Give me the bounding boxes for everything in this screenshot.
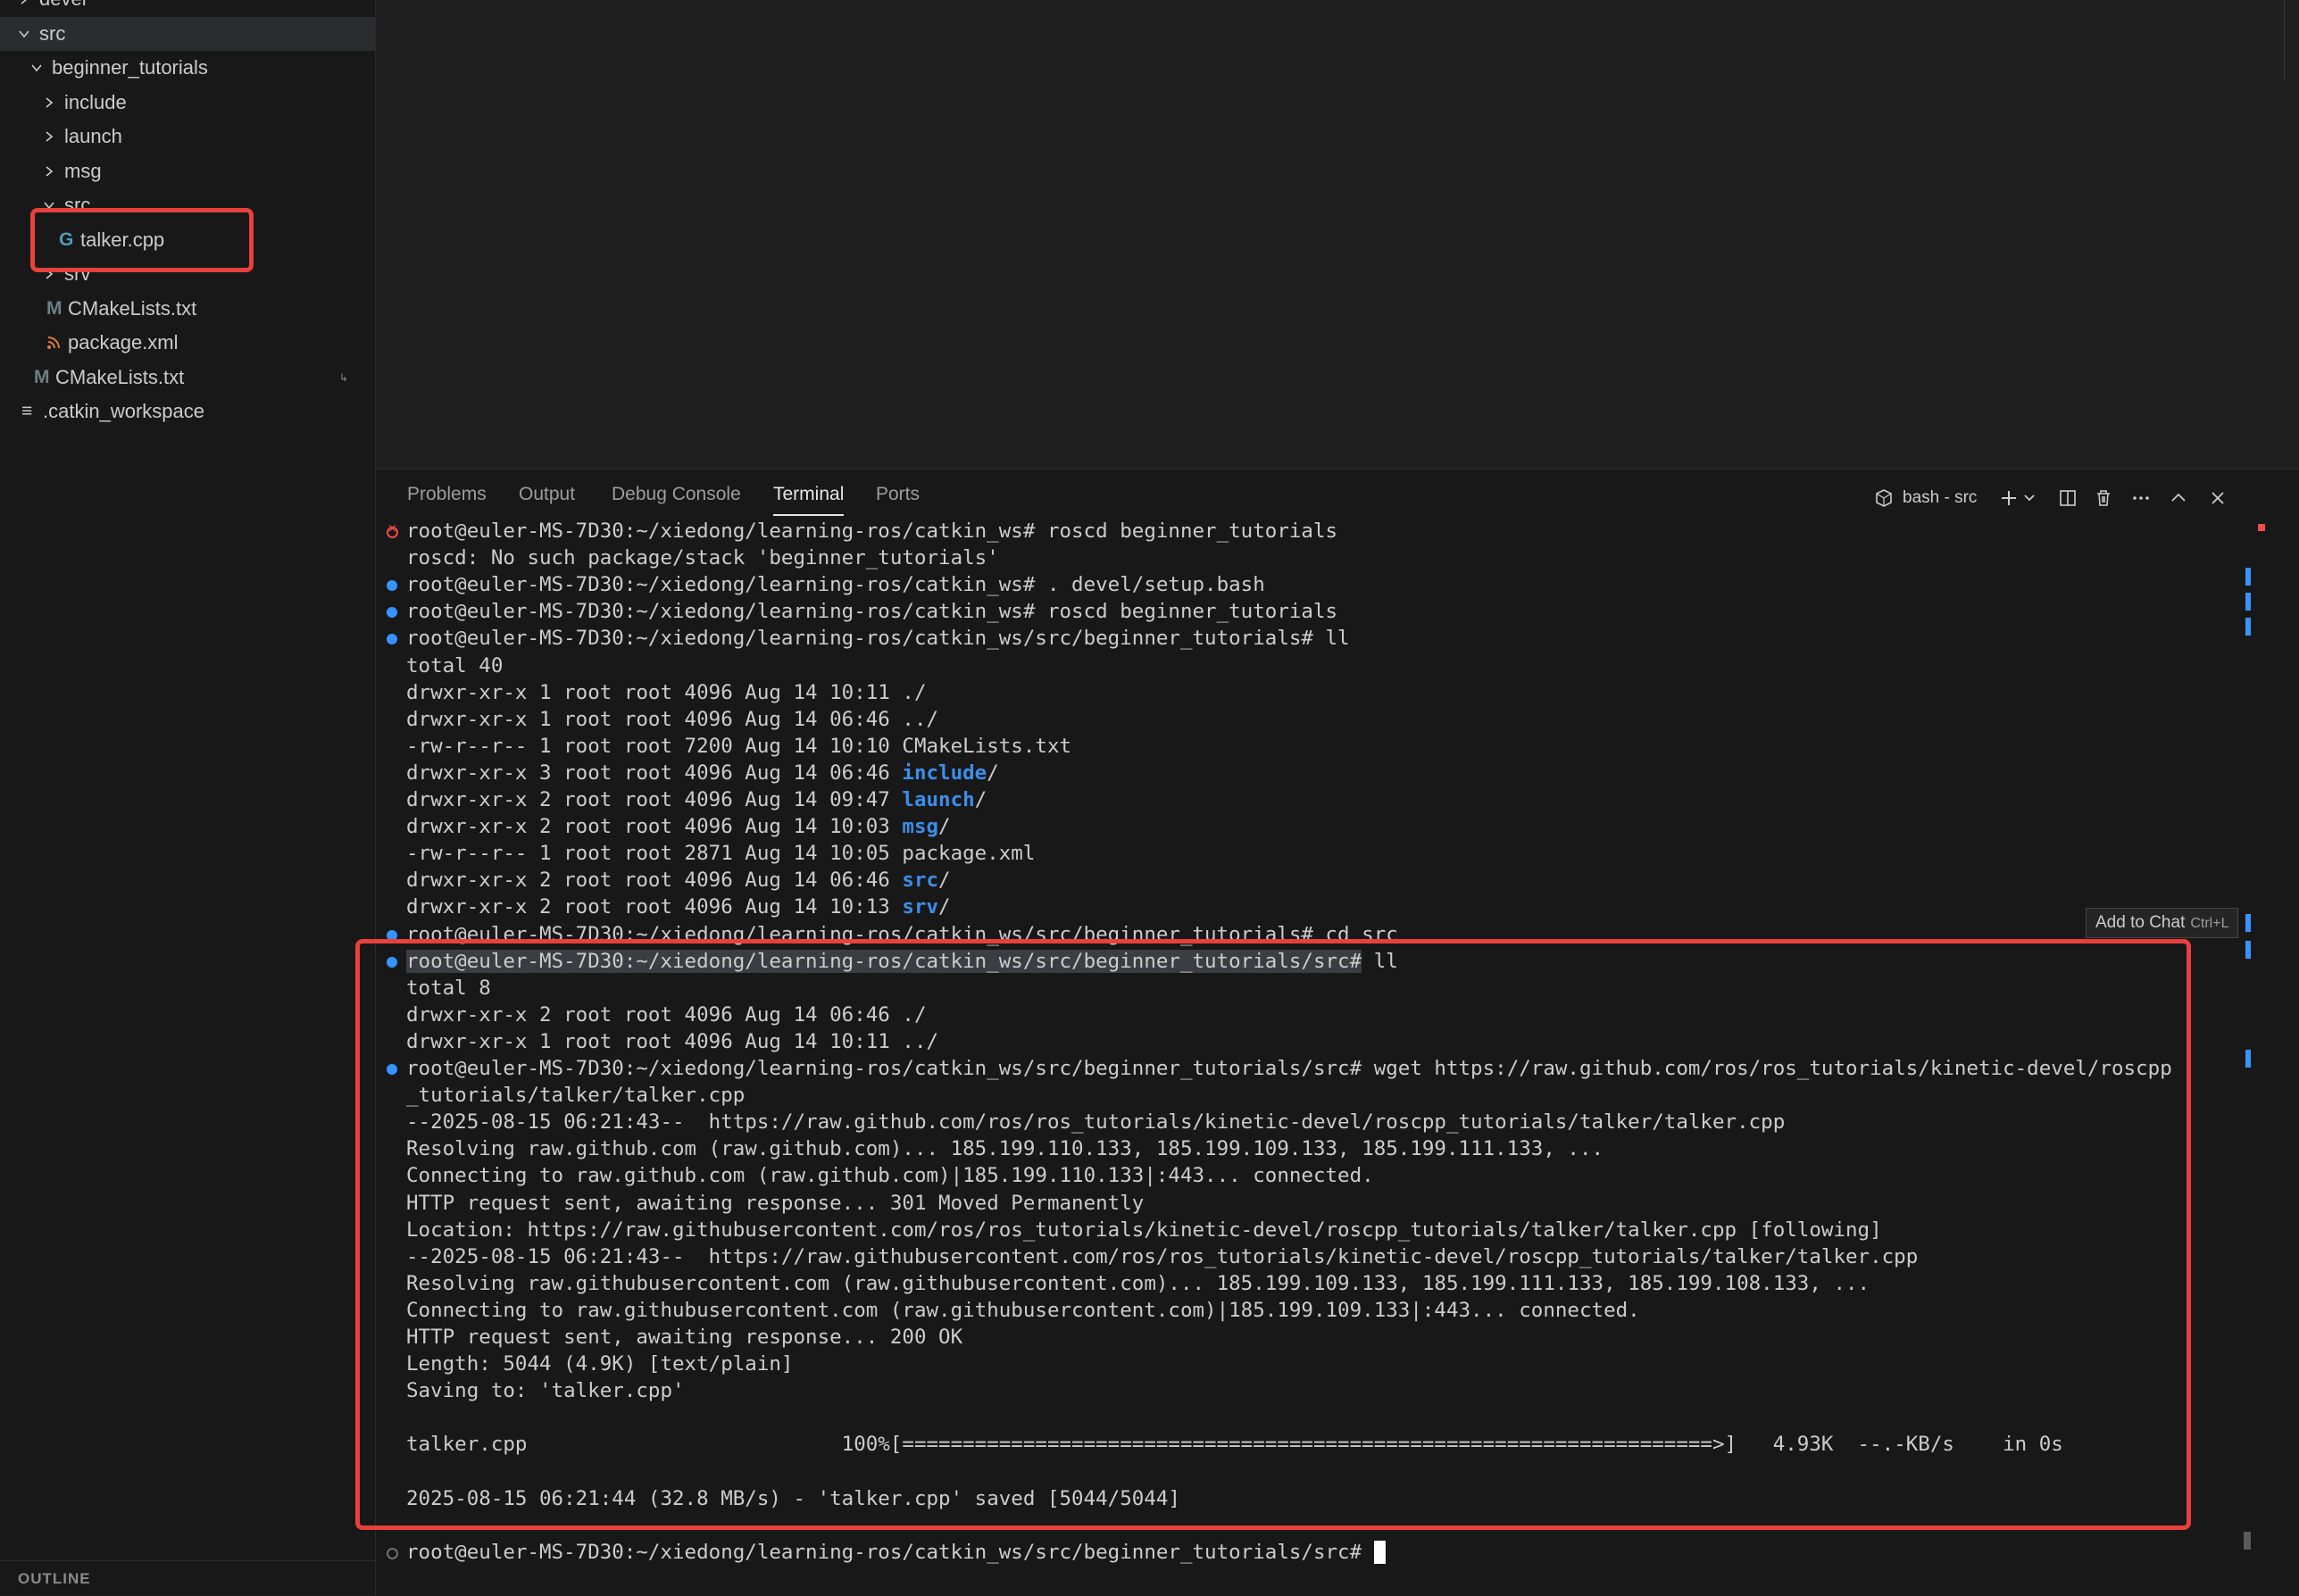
error-gutter-mark: [2258, 524, 2265, 531]
command-pending-icon[interactable]: [387, 1547, 398, 1559]
add-to-chat-tooltip[interactable]: Add to Chat Ctrl+L: [2086, 908, 2239, 938]
chevron-right-icon: [43, 96, 55, 109]
terminal-name: bash - src: [1903, 488, 1978, 507]
chevron-down-icon: [18, 28, 30, 40]
explorer-item-catkin-workspace[interactable]: ≡ .catkin_workspace: [0, 395, 375, 428]
explorer-item-label: devel: [39, 0, 87, 16]
outline-label: OUTLINE: [18, 1570, 91, 1587]
chevron-right-icon: [18, 0, 30, 5]
editor-area[interactable]: [376, 0, 2299, 469]
directory-name: msg: [902, 815, 939, 839]
explorer-item-label: msg: [64, 159, 102, 182]
tab-problems[interactable]: Problems: [407, 484, 487, 516]
explorer-item-include[interactable]: include: [0, 86, 375, 120]
terminal-line: -rw-r--r-- 1 root root 7200 Aug 14 10:10…: [406, 734, 1072, 758]
close-icon: [2208, 488, 2228, 508]
tab-ports[interactable]: Ports: [876, 484, 920, 516]
explorer-item-package-xml[interactable]: package.xml: [0, 326, 375, 360]
cmake-file-icon: M: [46, 297, 62, 319]
split-icon: [2058, 488, 2078, 508]
terminal-cursor: [1373, 1541, 1386, 1565]
explorer-item-label: beginner_tutorials: [52, 56, 208, 79]
chevron-down-icon: [30, 62, 43, 74]
tab-output[interactable]: Output: [519, 484, 575, 516]
explorer-item-src[interactable]: src: [0, 16, 375, 51]
plus-icon: [1999, 488, 2019, 508]
explorer-item-launch[interactable]: launch: [0, 120, 375, 154]
command-gutter-mark: [2245, 1050, 2251, 1068]
git-decoration-icon: ↳: [339, 370, 349, 384]
trash-icon: [2094, 488, 2113, 508]
scrollbar-thumb[interactable]: [2244, 1532, 2251, 1550]
tab-debug-console[interactable]: Debug Console: [612, 484, 741, 516]
terminal-line: -rw-r--r-- 1 root root 2871 Aug 14 10:05…: [406, 842, 1036, 866]
panel-tabs: Problems Output Debug Console Terminal P…: [376, 470, 1626, 523]
command-gutter-mark: [2245, 914, 2251, 932]
directory-name: srv: [902, 895, 939, 919]
explorer-item-label: launch: [64, 125, 122, 147]
tooltip-shortcut: Ctrl+L: [2190, 916, 2229, 931]
editor-scrollbar[interactable]: [2284, 0, 2299, 80]
close-panel-button[interactable]: [2208, 482, 2228, 514]
command-gutter-mark: [2245, 941, 2251, 959]
explorer-item-label: CMakeLists.txt: [68, 296, 197, 320]
chevron-right-icon: [43, 165, 55, 178]
terminal-line: roscd: No such package/stack 'beginner_t…: [406, 546, 999, 570]
highlight-box-terminal-output: [355, 939, 2191, 1530]
chevron-up-icon: [2169, 488, 2188, 508]
chevron-down-icon: [2022, 488, 2037, 508]
terminal-line: drwxr-xr-x 2 root root 4096 Aug 14 06:46…: [406, 869, 951, 893]
cmake-file-icon: M: [34, 366, 50, 387]
command-success-icon[interactable]: [387, 607, 397, 619]
terminal-line: drwxr-xr-x 2 root root 4096 Aug 14 09:47…: [406, 788, 987, 811]
terminal-line: drwxr-xr-x 2 root root 4096 Aug 14 10:13…: [406, 895, 951, 919]
explorer-item-cmakelists-txt[interactable]: M CMakeLists.txt: [0, 361, 375, 395]
tooltip-label: Add to Chat: [2095, 913, 2186, 932]
terminal-line: total 40: [406, 653, 504, 677]
explorer-item-cmakelists-txt[interactable]: M CMakeLists.txt: [0, 292, 375, 326]
terminal-line: drwxr-xr-x 1 root root 4096 Aug 14 06:46…: [406, 707, 939, 731]
explorer-item-msg[interactable]: msg: [0, 154, 375, 188]
directory-name: include: [902, 761, 987, 785]
panel-actions: bash - src: [1874, 482, 2249, 514]
command-success-icon[interactable]: [387, 580, 397, 592]
explorer-item-label: CMakeLists.txt: [55, 365, 185, 388]
ellipsis-icon: [2131, 488, 2151, 508]
terminal-dropdown-button[interactable]: [2022, 482, 2037, 514]
terminal-line: root@euler-MS-7D30:~/xiedong/learning-ro…: [406, 627, 1350, 651]
command-success-icon[interactable]: [387, 634, 397, 645]
split-terminal-button[interactable]: [2058, 482, 2078, 514]
outline-section-header[interactable]: OUTLINE: [0, 1560, 375, 1595]
terminal-line: drwxr-xr-x 3 root root 4096 Aug 14 06:46…: [406, 761, 999, 785]
command-gutter-mark: [2245, 568, 2251, 586]
explorer-item-label: .catkin_workspace: [43, 400, 204, 422]
command-gutter-mark: [2245, 618, 2251, 636]
directory-name: launch: [902, 788, 975, 811]
command-failed-icon[interactable]: [387, 522, 398, 538]
explorer-item-devel[interactable]: devel: [0, 0, 375, 16]
terminal-shell-icon: [1874, 482, 1894, 508]
terminal-line: drwxr-xr-x 1 root root 4096 Aug 14 10:11…: [406, 680, 927, 704]
chevron-right-icon: [43, 130, 55, 143]
terminal-line: root@euler-MS-7D30:~/xiedong/learning-ro…: [406, 573, 1265, 597]
directory-name: src: [902, 869, 939, 893]
terminal-line: root@euler-MS-7D30:~/xiedong/learning-ro…: [406, 600, 1338, 624]
highlight-box-talker-file: [30, 208, 254, 272]
rss-feed-icon: [46, 326, 61, 362]
text-file-icon: ≡: [21, 401, 33, 421]
tab-terminal[interactable]: Terminal: [773, 484, 845, 516]
explorer-item-label: package.xml: [68, 331, 179, 353]
explorer-item-label: src: [39, 21, 66, 45]
command-gutter-mark: [2245, 593, 2251, 611]
maximize-panel-button[interactable]: [2169, 482, 2188, 514]
explorer-item-label: include: [64, 90, 127, 113]
terminal-line: drwxr-xr-x 2 root root 4096 Aug 14 10:03…: [406, 815, 951, 839]
more-actions-button[interactable]: [2131, 482, 2151, 514]
terminal-line: root@euler-MS-7D30:~/xiedong/learning-ro…: [406, 520, 1338, 543]
explorer-item-beginner-tutorials[interactable]: beginner_tutorials: [0, 51, 375, 85]
kill-terminal-button[interactable]: [2094, 482, 2113, 514]
new-terminal-button[interactable]: [1999, 482, 2019, 514]
terminal-line: root@euler-MS-7D30:~/xiedong/learning-ro…: [406, 1539, 1386, 1566]
